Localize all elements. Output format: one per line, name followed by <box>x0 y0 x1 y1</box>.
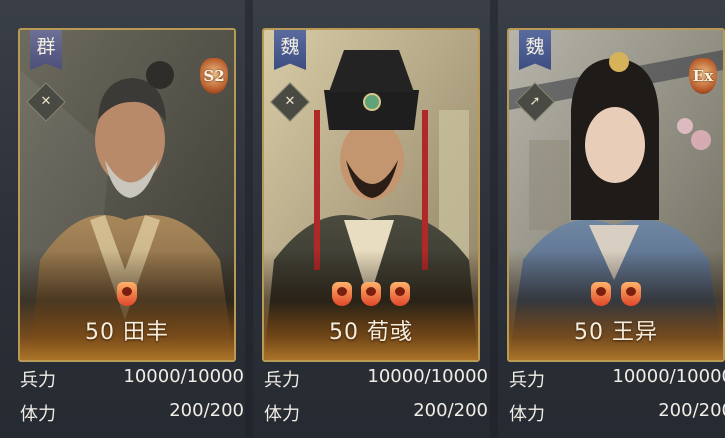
general-level: 50 <box>84 320 115 345</box>
general-card[interactable]: 群 ✕ S2 50 田丰 <box>18 28 236 362</box>
star-rating <box>20 282 234 310</box>
troops-label: 兵力 <box>20 370 56 391</box>
column-divider <box>490 0 498 438</box>
crossbow-icon: ✕ <box>40 94 52 109</box>
stamina-stat: 体力 200/200 <box>509 400 725 426</box>
general-name-line: 50 田丰 <box>20 314 234 346</box>
season-badge: Ex <box>689 58 717 94</box>
stamina-value: 200/200 <box>658 400 725 421</box>
stamina-label: 体力 <box>264 404 300 425</box>
general-card-column-3[interactable]: 魏 ➚ Ex 50王异 兵力 10000/10000 体力 200/200 <box>507 0 725 438</box>
troops-value: 10000/10000 <box>612 366 725 387</box>
stamina-label: 体力 <box>509 404 545 425</box>
stamina-label: 体力 <box>20 404 56 425</box>
star-rating <box>264 282 478 310</box>
stamina-value: 200/200 <box>413 400 488 421</box>
general-name: 田丰 <box>122 320 169 345</box>
stamina-value: 200/200 <box>169 400 244 421</box>
general-card[interactable]: 魏 ➚ Ex 50 王异 <box>507 28 725 362</box>
stamina-stat: 体力 200/200 <box>264 400 488 426</box>
star-rating <box>509 282 723 310</box>
troops-stat: 兵力 10000/10000 <box>264 366 488 392</box>
general-name: 荀彧 <box>366 320 413 345</box>
troops-label: 兵力 <box>264 370 300 391</box>
troops-stat: 兵力 10000/10000 <box>20 366 244 392</box>
troops-value: 10000/10000 <box>367 366 488 387</box>
awakening-star-icon <box>361 282 381 306</box>
spear-icon: ➚ <box>529 94 541 109</box>
stamina-stat: 体力 200/200 <box>20 400 244 426</box>
awakening-star-icon <box>331 282 352 306</box>
awakening-star-icon <box>390 282 411 306</box>
general-name-line: 50 荀彧 <box>264 314 478 346</box>
general-card-column-2[interactable]: 魏 ✕ 50 荀彧 兵力 10000/10000 体力 200/200 <box>262 0 498 438</box>
general-level: 50 <box>573 320 604 345</box>
column-divider <box>245 0 253 438</box>
troops-label: 兵力 <box>509 370 545 391</box>
general-card-column-1[interactable]: 群 ✕ S2 50 田丰 兵力 10000/10000 体力 200/200 <box>18 0 254 438</box>
awakening-star-icon <box>620 282 641 306</box>
awakening-star-icon <box>117 282 137 306</box>
troops-value: 10000/10000 <box>123 366 244 387</box>
general-card[interactable]: 魏 ✕ 50 荀彧 <box>262 28 480 362</box>
troops-stat: 兵力 10000/10000 <box>509 366 725 392</box>
general-name: 王异 <box>611 320 658 345</box>
season-badge: S2 <box>200 58 228 94</box>
general-name-line: 50 王异 <box>509 314 723 346</box>
general-level: 50 <box>328 320 359 345</box>
crossbow-icon: ✕ <box>284 94 296 109</box>
awakening-star-icon <box>591 282 612 306</box>
